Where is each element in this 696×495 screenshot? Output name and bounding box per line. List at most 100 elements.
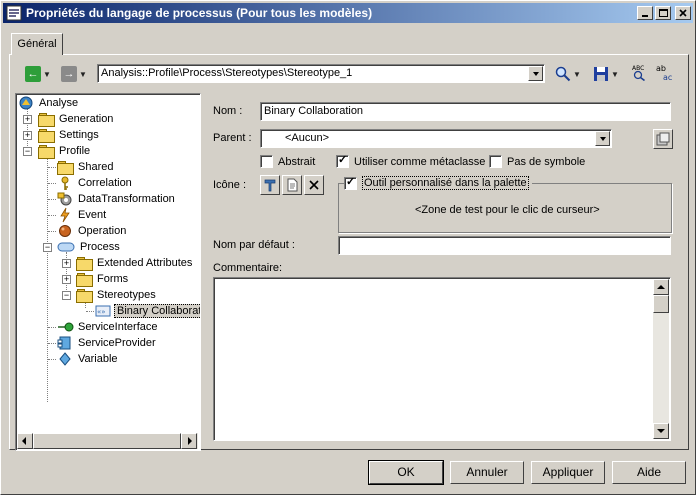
parent-select[interactable]: <Aucun>	[260, 129, 612, 148]
metaclass-checkbox-box[interactable]	[336, 153, 349, 168]
collapse-icon[interactable]: −	[62, 291, 71, 300]
tree-item-label: DataTransformation	[78, 193, 175, 205]
help-button[interactable]: Aide	[612, 461, 686, 484]
chevron-down-icon: ▼	[79, 69, 87, 79]
collapse-icon[interactable]: −	[23, 147, 32, 156]
parent-dropdown-button[interactable]	[595, 131, 610, 146]
scroll-thumb[interactable]	[653, 295, 669, 313]
floppy-disk-icon	[594, 67, 608, 81]
tree-item-settings[interactable]: Settings	[38, 127, 101, 143]
parent-label: Parent :	[213, 132, 252, 144]
title-bar[interactable]: Propriétés du langage de processus (Pour…	[3, 3, 693, 23]
icon-preview-button[interactable]	[260, 175, 280, 195]
abstract-checkbox-box[interactable]	[260, 155, 273, 168]
stereotype-icon: «»	[95, 305, 111, 317]
arrow-left-icon	[22, 437, 26, 445]
tree-item-generation[interactable]: Generation	[38, 111, 115, 127]
model-icon	[19, 96, 33, 110]
scroll-thumb[interactable]	[33, 433, 181, 449]
tree-item-forms[interactable]: Forms	[76, 271, 130, 287]
path-combo[interactable]: Analysis::Profile\Process\Stereotypes\St…	[97, 64, 545, 83]
default-name-input[interactable]	[338, 236, 671, 255]
abstract-checkbox[interactable]: Abstrait	[260, 155, 315, 168]
expand-icon[interactable]: +	[62, 275, 71, 284]
collapse-icon[interactable]: −	[43, 243, 52, 252]
tree-item-event[interactable]: Event	[57, 207, 108, 223]
icon-browse-button[interactable]	[282, 175, 302, 195]
scroll-left-button[interactable]	[17, 433, 33, 449]
svg-text:«»: «»	[97, 308, 106, 316]
tree-item-label: ServiceProvider	[78, 337, 156, 349]
scroll-right-button[interactable]	[181, 433, 197, 449]
minimize-button[interactable]	[637, 6, 653, 20]
minimize-icon	[642, 15, 648, 17]
comment-textarea[interactable]	[213, 277, 671, 441]
tree-item-serviceinterface[interactable]: ServiceInterface	[57, 319, 159, 335]
tree-item-label: Settings	[59, 129, 99, 141]
no-symbol-checkbox-box[interactable]	[489, 155, 502, 168]
tree-item-label: Process	[80, 241, 120, 253]
tree-item-variable[interactable]: Variable	[57, 351, 120, 367]
no-symbol-checkbox[interactable]: Pas de symbole	[489, 155, 585, 168]
save-button[interactable]: ▼	[593, 65, 619, 83]
apply-button[interactable]: Appliquer	[531, 461, 605, 484]
tree-item-binary-collaboration[interactable]: «» Binary Collaborat	[95, 303, 200, 319]
tree-item-serviceprovider[interactable]: ServiceProvider	[57, 335, 158, 351]
tab-general[interactable]: Général	[11, 33, 63, 55]
tree-horizontal-scrollbar[interactable]	[17, 433, 198, 449]
expand-icon[interactable]: +	[23, 131, 32, 140]
document-icon	[287, 178, 298, 192]
tree-item-label: Shared	[78, 161, 114, 173]
scroll-up-button[interactable]	[653, 279, 669, 295]
tree-item-operation[interactable]: Operation	[57, 223, 128, 239]
folder-open-icon	[38, 145, 55, 159]
magnifier-icon	[555, 66, 571, 82]
tree-item-shared[interactable]: Shared	[57, 159, 115, 175]
tree-item-label: Stereotypes	[97, 289, 156, 301]
scroll-down-button[interactable]	[653, 423, 669, 439]
app-icon	[6, 5, 22, 21]
close-icon	[679, 9, 687, 17]
comment-vertical-scrollbar[interactable]	[653, 279, 669, 439]
tree-item-process[interactable]: Process	[57, 239, 122, 255]
name-input[interactable]: Binary Collaboration	[260, 102, 671, 121]
tree-item-label: Event	[78, 209, 107, 221]
tree-item-datatransformation[interactable]: DataTransformation	[57, 191, 177, 207]
metaclass-checkbox[interactable]: Utiliser comme métaclasse	[336, 153, 485, 168]
tree-item-stereotypes[interactable]: Stereotypes	[76, 287, 158, 303]
object-tree[interactable]: Analyse Generation + Settings + Profile …	[15, 93, 201, 451]
tree-item-label: Profile	[59, 145, 91, 157]
custom-tool-checkbox[interactable]: Outil personnalisé dans la palette	[344, 175, 532, 190]
cancel-button[interactable]: Annuler	[450, 461, 524, 484]
expand-icon[interactable]: +	[62, 259, 71, 268]
icon-clear-button[interactable]	[304, 175, 324, 195]
parent-properties-button[interactable]	[653, 129, 673, 149]
custom-tool-checkbox-box[interactable]	[344, 175, 357, 190]
tree-item-label: Generation	[59, 113, 114, 125]
tree-item-label: Correlation	[78, 177, 132, 189]
tree-item-extended-attributes[interactable]: Extended Attributes	[76, 255, 194, 271]
tree-item-label: Binary Collaborat	[114, 304, 200, 318]
tree-item-analyse[interactable]: Analyse	[18, 95, 80, 111]
ok-button[interactable]: OK	[368, 460, 444, 485]
tree-item-profile[interactable]: Profile	[38, 143, 92, 159]
tree-item-correlation[interactable]: Correlation	[57, 175, 134, 191]
path-dropdown-button[interactable]	[528, 66, 543, 81]
tree-item-label: Extended Attributes	[97, 257, 193, 269]
spell-check-button[interactable]: ABC	[631, 63, 649, 81]
no-symbol-checkbox-label: Pas de symbole	[507, 155, 586, 168]
maximize-button[interactable]	[655, 6, 671, 20]
process-icon	[57, 242, 75, 252]
folder-icon	[76, 257, 93, 271]
back-button[interactable]: ← ▼	[25, 65, 51, 83]
folder-icon	[76, 273, 93, 287]
expand-icon[interactable]: +	[23, 115, 32, 124]
folder-icon	[38, 129, 55, 143]
test-zone[interactable]: <Zone de test pour le clic de curseur>	[415, 204, 600, 216]
find-button[interactable]: ▼	[555, 65, 581, 83]
tree-item-label: Analyse	[39, 97, 79, 109]
key-icon	[61, 176, 69, 190]
replace-text-button[interactable]: ab ac	[655, 63, 673, 81]
close-button[interactable]	[675, 6, 691, 20]
forward-button[interactable]: → ▼	[61, 65, 87, 83]
